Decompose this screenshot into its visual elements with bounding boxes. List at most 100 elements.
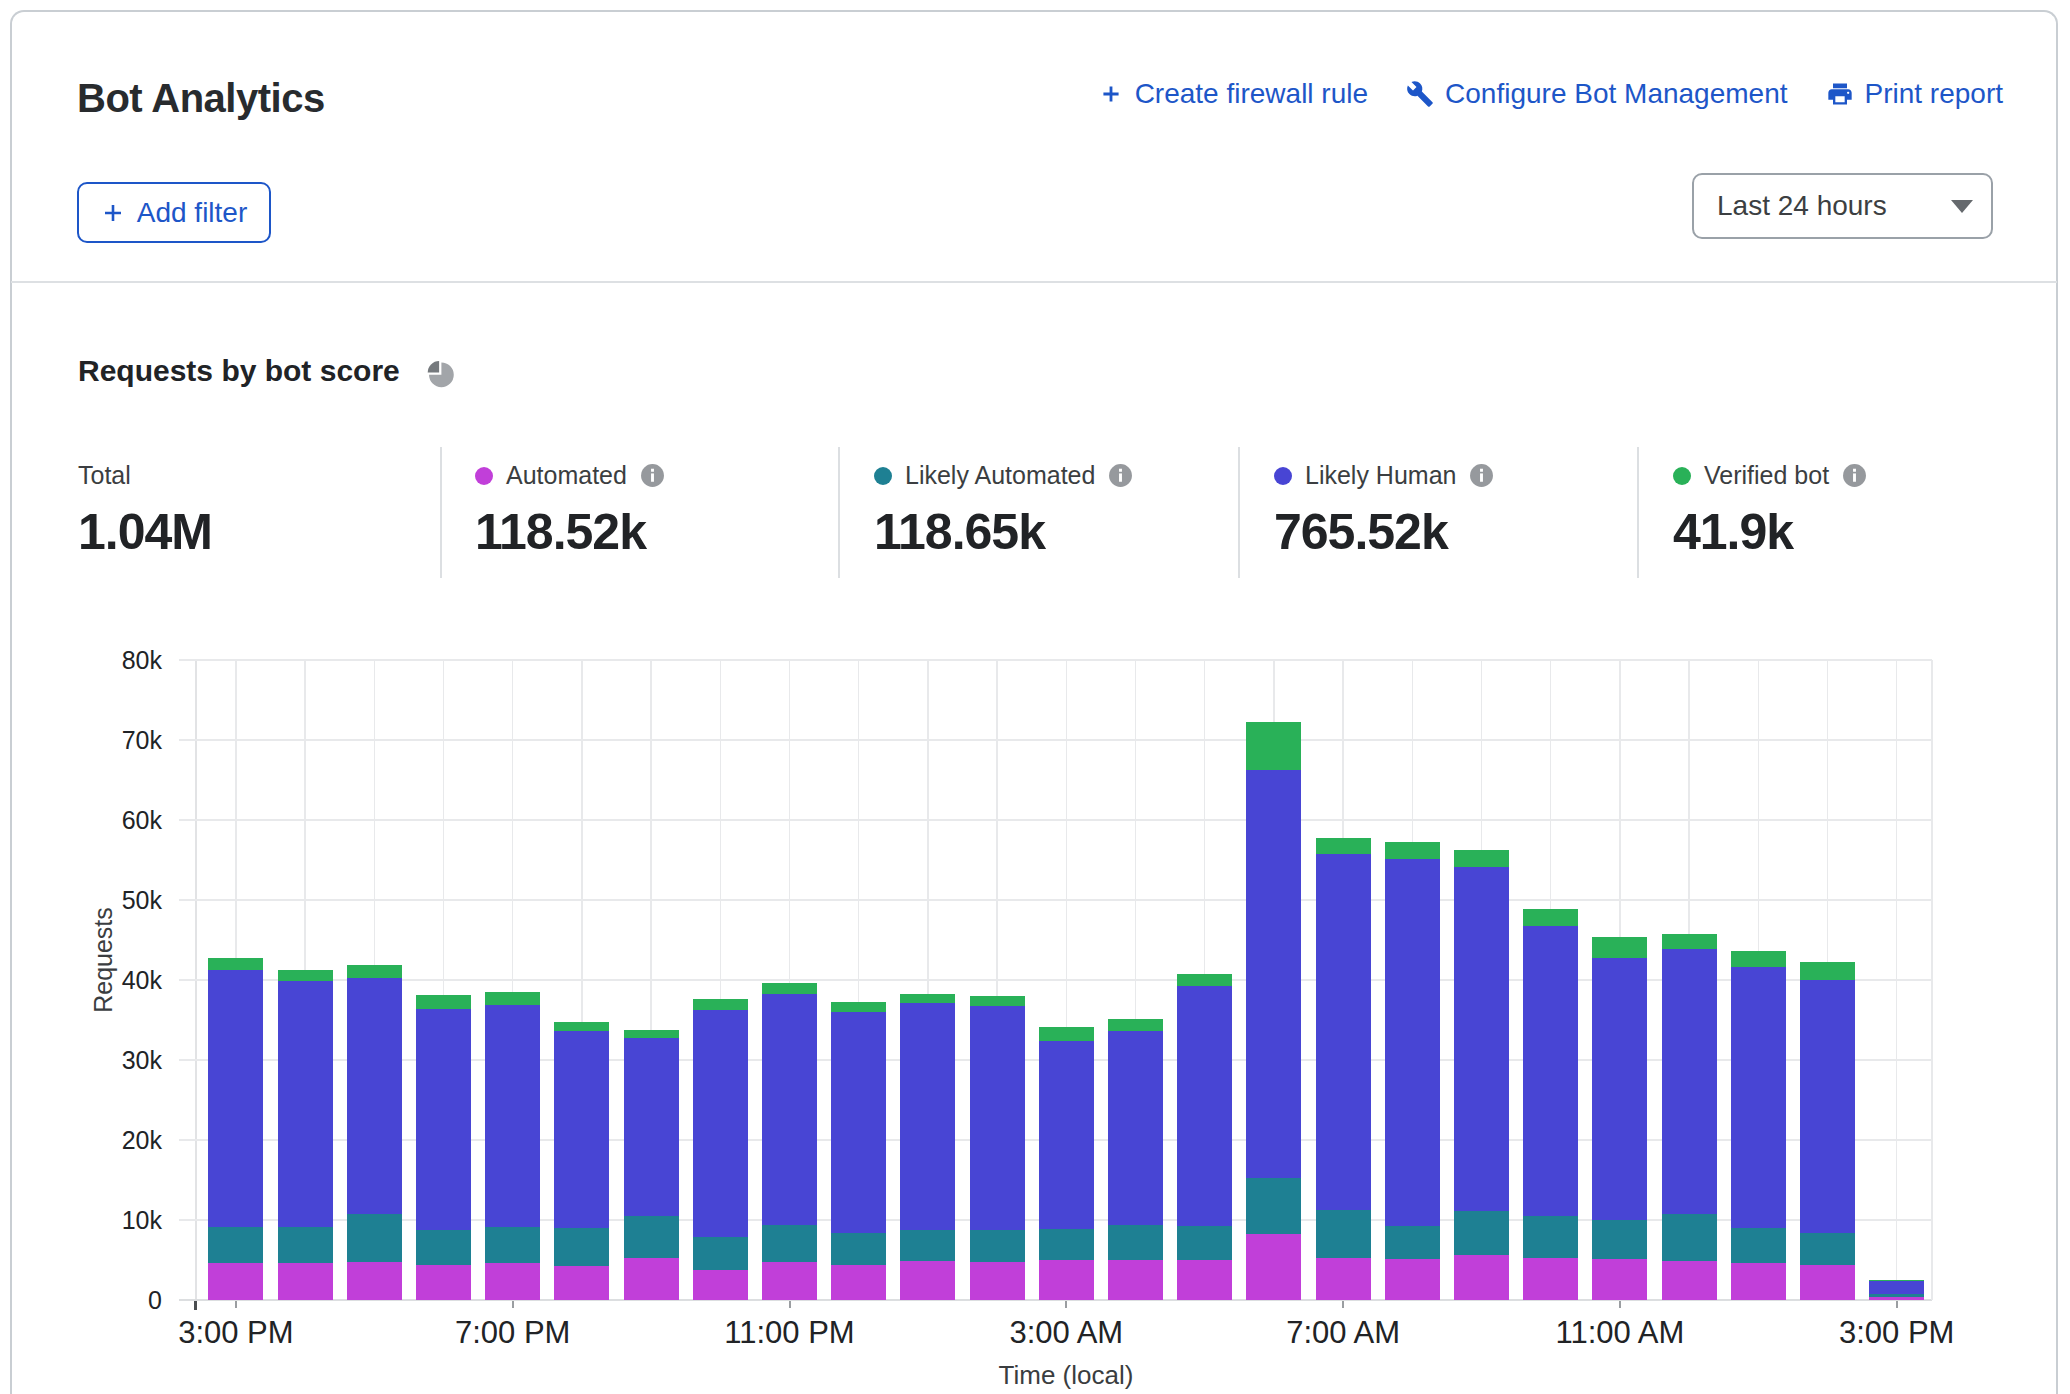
bar-segment-likely-human[interactable] (1246, 770, 1301, 1178)
bar-segment-automated[interactable] (554, 1266, 609, 1300)
bar-segment-verified-bot[interactable] (1316, 838, 1371, 853)
bar-segment-verified-bot[interactable] (693, 999, 748, 1009)
bar-segment-verified-bot[interactable] (1454, 850, 1509, 867)
bar-segment-likely-human[interactable] (554, 1031, 609, 1228)
create-firewall-rule-link[interactable]: Create firewall rule (1098, 78, 1368, 110)
bar-segment-likely-human[interactable] (1177, 986, 1232, 1225)
bar-segment-verified-bot[interactable] (1385, 842, 1440, 860)
bar-segment-automated[interactable] (1523, 1258, 1578, 1300)
bar-segment-verified-bot[interactable] (416, 995, 471, 1009)
bar-segment-likely-automated[interactable] (278, 1227, 333, 1263)
bar-segment-likely-human[interactable] (1592, 958, 1647, 1220)
bar-segment-automated[interactable] (762, 1262, 817, 1300)
bar-segment-likely-automated[interactable] (1662, 1214, 1717, 1260)
bar-segment-likely-automated[interactable] (1039, 1229, 1094, 1260)
info-icon[interactable] (1108, 463, 1133, 488)
bar-segment-likely-automated[interactable] (208, 1227, 263, 1263)
bar-segment-likely-automated[interactable] (624, 1216, 679, 1258)
bar-segment-automated[interactable] (1177, 1260, 1232, 1300)
bar-segment-likely-human[interactable] (1385, 859, 1440, 1225)
bar-segment-verified-bot[interactable] (485, 992, 540, 1005)
bar-segment-likely-automated[interactable] (1523, 1216, 1578, 1258)
bar-segment-likely-automated[interactable] (831, 1233, 886, 1265)
bar-segment-verified-bot[interactable] (1246, 722, 1301, 769)
bar-segment-automated[interactable] (1454, 1255, 1509, 1300)
bar-segment-verified-bot[interactable] (762, 983, 817, 994)
bar-segment-likely-automated[interactable] (1731, 1228, 1786, 1263)
bar-segment-verified-bot[interactable] (624, 1030, 679, 1038)
bar-segment-verified-bot[interactable] (1800, 962, 1855, 980)
bar-segment-automated[interactable] (900, 1261, 955, 1300)
bar-segment-likely-automated[interactable] (485, 1227, 540, 1263)
time-range-select[interactable]: Last 24 hours (1692, 173, 1993, 239)
bar-segment-verified-bot[interactable] (1731, 951, 1786, 967)
bar-segment-likely-human[interactable] (762, 994, 817, 1224)
bar-segment-likely-human[interactable] (1523, 926, 1578, 1216)
bar-segment-likely-automated[interactable] (1177, 1226, 1232, 1260)
bar-segment-likely-human[interactable] (1662, 949, 1717, 1215)
bar-segment-verified-bot[interactable] (278, 970, 333, 981)
info-icon[interactable] (1842, 463, 1867, 488)
bar-segment-automated[interactable] (208, 1263, 263, 1300)
bar-segment-verified-bot[interactable] (208, 958, 263, 969)
bar-segment-likely-automated[interactable] (1454, 1211, 1509, 1255)
bar-segment-verified-bot[interactable] (1869, 1280, 1924, 1281)
bar-segment-likely-automated[interactable] (1316, 1210, 1371, 1258)
bar-segment-verified-bot[interactable] (347, 965, 402, 979)
bar-segment-verified-bot[interactable] (1177, 974, 1232, 987)
bar-segment-verified-bot[interactable] (1523, 909, 1578, 926)
bar-segment-automated[interactable] (1316, 1258, 1371, 1300)
info-icon[interactable] (640, 463, 665, 488)
bar-segment-likely-automated[interactable] (1246, 1178, 1301, 1235)
bar-segment-verified-bot[interactable] (831, 1002, 886, 1012)
bar-segment-likely-human[interactable] (208, 970, 263, 1228)
bar-segment-likely-human[interactable] (624, 1038, 679, 1216)
bar-segment-automated[interactable] (693, 1270, 748, 1300)
bar-segment-automated[interactable] (1731, 1263, 1786, 1300)
bar-segment-automated[interactable] (624, 1258, 679, 1300)
bar-segment-automated[interactable] (1662, 1261, 1717, 1300)
bar-segment-likely-human[interactable] (831, 1012, 886, 1233)
bar-segment-likely-automated[interactable] (970, 1230, 1025, 1261)
bar-segment-verified-bot[interactable] (970, 996, 1025, 1006)
configure-bot-management-link[interactable]: Configure Bot Management (1406, 78, 1787, 110)
bar-segment-likely-automated[interactable] (1869, 1294, 1924, 1297)
bar-segment-automated[interactable] (1592, 1259, 1647, 1300)
add-filter-button[interactable]: Add filter (77, 182, 271, 243)
bar-segment-likely-human[interactable] (1108, 1031, 1163, 1225)
bar-segment-likely-human[interactable] (347, 978, 402, 1213)
bar-segment-likely-automated[interactable] (554, 1228, 609, 1266)
bar-segment-verified-bot[interactable] (1592, 937, 1647, 958)
bar-segment-automated[interactable] (970, 1262, 1025, 1300)
bar-segment-verified-bot[interactable] (1108, 1019, 1163, 1031)
bar-segment-automated[interactable] (1246, 1234, 1301, 1300)
bar-segment-automated[interactable] (1108, 1260, 1163, 1300)
bar-segment-likely-automated[interactable] (1385, 1226, 1440, 1260)
bar-segment-likely-human[interactable] (1316, 854, 1371, 1211)
bar-segment-likely-human[interactable] (693, 1010, 748, 1237)
info-icon[interactable] (1469, 463, 1494, 488)
bar-segment-likely-human[interactable] (900, 1003, 955, 1229)
bar-segment-likely-human[interactable] (1454, 867, 1509, 1211)
bar-segment-likely-automated[interactable] (900, 1230, 955, 1261)
bar-segment-automated[interactable] (485, 1263, 540, 1300)
bar-segment-likely-human[interactable] (1039, 1041, 1094, 1229)
bar-segment-likely-automated[interactable] (347, 1214, 402, 1262)
bar-segment-verified-bot[interactable] (1039, 1027, 1094, 1041)
bar-segment-likely-automated[interactable] (1108, 1225, 1163, 1260)
bar-segment-automated[interactable] (1800, 1265, 1855, 1300)
bar-segment-automated[interactable] (831, 1265, 886, 1300)
bar-segment-likely-human[interactable] (1869, 1281, 1924, 1295)
bar-segment-automated[interactable] (1869, 1297, 1924, 1300)
bar-segment-automated[interactable] (1039, 1260, 1094, 1300)
bar-segment-likely-human[interactable] (278, 981, 333, 1227)
bar-segment-automated[interactable] (416, 1265, 471, 1300)
bar-segment-likely-human[interactable] (970, 1006, 1025, 1231)
bar-segment-verified-bot[interactable] (1662, 934, 1717, 949)
bar-segment-likely-automated[interactable] (1800, 1233, 1855, 1265)
print-report-link[interactable]: Print report (1826, 78, 2004, 110)
bar-segment-likely-automated[interactable] (762, 1225, 817, 1262)
bar-segment-verified-bot[interactable] (900, 994, 955, 1004)
bar-segment-likely-automated[interactable] (1592, 1220, 1647, 1259)
bar-segment-automated[interactable] (347, 1262, 402, 1300)
